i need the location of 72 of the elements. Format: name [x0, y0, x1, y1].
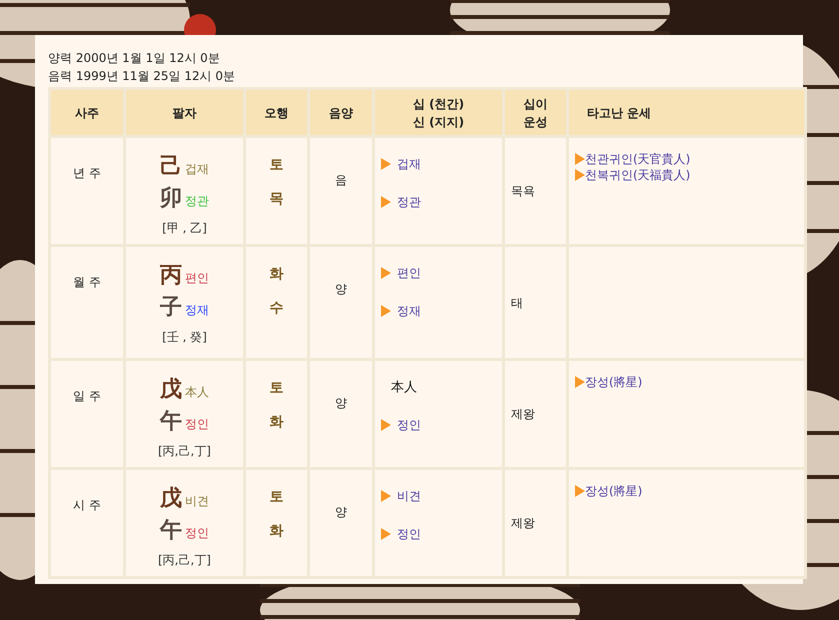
column-header: 오행	[246, 90, 307, 135]
hanja-character: 戊	[160, 485, 182, 513]
date-text: 양력 2000년 1월 1일 12시 0분	[48, 50, 221, 67]
yin-yang-text: 음	[334, 172, 348, 189]
pillar-label: 월 주	[72, 274, 102, 291]
yin-yang-text: 양	[334, 395, 348, 412]
ten-god-text: 정재	[397, 302, 421, 320]
triangle-icon	[575, 485, 585, 497]
ten-god-label: 정재	[185, 302, 209, 319]
fortune-text: 천복귀인(天福貴人)	[585, 167, 690, 183]
triangle-icon	[381, 419, 391, 431]
date-text: 음력 1999년 11월 25일 12시 0분	[48, 68, 236, 85]
element-text: 화	[270, 265, 284, 283]
ten-god-text: 정인	[397, 416, 421, 434]
triangle-icon	[381, 158, 391, 170]
triangle-icon	[381, 490, 391, 502]
ten-god-label: 편인	[185, 270, 209, 287]
column-header: 팔자	[126, 90, 243, 135]
hanja-character: 卯	[160, 185, 182, 213]
fortune-text: 장성(將星)	[585, 374, 642, 390]
column-header: 십 (천간) 신 (지지)	[375, 90, 502, 135]
pillar-label: 일 주	[72, 388, 102, 405]
ten-god-text: 겁재	[397, 156, 421, 172]
yin-yang-text: 양	[334, 281, 348, 298]
triangle-icon	[575, 153, 585, 165]
stage-text: 목욕	[511, 184, 535, 198]
fortune-text: 장성(將星)	[585, 483, 642, 499]
ten-god-label: 비견	[185, 493, 209, 510]
triangle-icon	[575, 376, 585, 388]
hidden-stems: [壬 , 癸]	[162, 329, 207, 346]
element-text: 화	[270, 522, 284, 540]
ten-god-text: 本人	[391, 379, 417, 396]
column-header: 타고난 운세	[569, 90, 804, 135]
pillar-label: 년 주	[72, 165, 102, 182]
hanja-character: 子	[160, 294, 182, 322]
hidden-stems: [甲 , 乙]	[162, 220, 207, 237]
element-text: 목	[270, 190, 284, 208]
ten-god-text: 편인	[397, 264, 421, 282]
triangle-icon	[381, 528, 391, 540]
triangle-icon	[381, 267, 391, 279]
triangle-icon	[381, 305, 391, 317]
triangle-icon	[575, 169, 585, 181]
ten-god-text: 비견	[397, 488, 421, 504]
element-text: 화	[270, 413, 284, 431]
column-header: 사주	[51, 90, 123, 135]
ten-god-label: 겁재	[185, 161, 209, 178]
element-text: 토	[270, 488, 284, 506]
pillar-label: 시 주	[72, 497, 102, 514]
ten-god-text: 정관	[397, 194, 421, 210]
hanja-character: 午	[160, 517, 182, 545]
column-header: 십이 운성	[505, 90, 566, 135]
stage-text: 제왕	[511, 407, 535, 421]
hidden-stems: [丙,己,丁]	[158, 552, 211, 569]
hanja-character: 戊	[160, 376, 182, 404]
ten-god-label: 本人	[185, 384, 209, 401]
hidden-stems: [丙,己,丁]	[158, 443, 211, 460]
ten-god-text: 정인	[397, 526, 421, 542]
ten-god-label: 정관	[185, 193, 209, 210]
column-header: 음양	[310, 90, 372, 135]
ten-god-label: 정인	[185, 416, 209, 433]
element-text: 토	[270, 156, 284, 174]
fortune-text: 천관귀인(天官貴人)	[585, 151, 690, 167]
triangle-icon	[381, 196, 391, 208]
hanja-character: 己	[160, 153, 182, 181]
hanja-character: 丙	[160, 262, 182, 290]
stage-text: 제왕	[511, 516, 535, 530]
ten-god-label: 정인	[185, 525, 209, 542]
element-text: 토	[270, 379, 284, 397]
hanja-character: 午	[160, 408, 182, 436]
stage-text: 태	[511, 296, 523, 310]
element-text: 수	[270, 299, 284, 317]
yin-yang-text: 양	[334, 504, 348, 521]
